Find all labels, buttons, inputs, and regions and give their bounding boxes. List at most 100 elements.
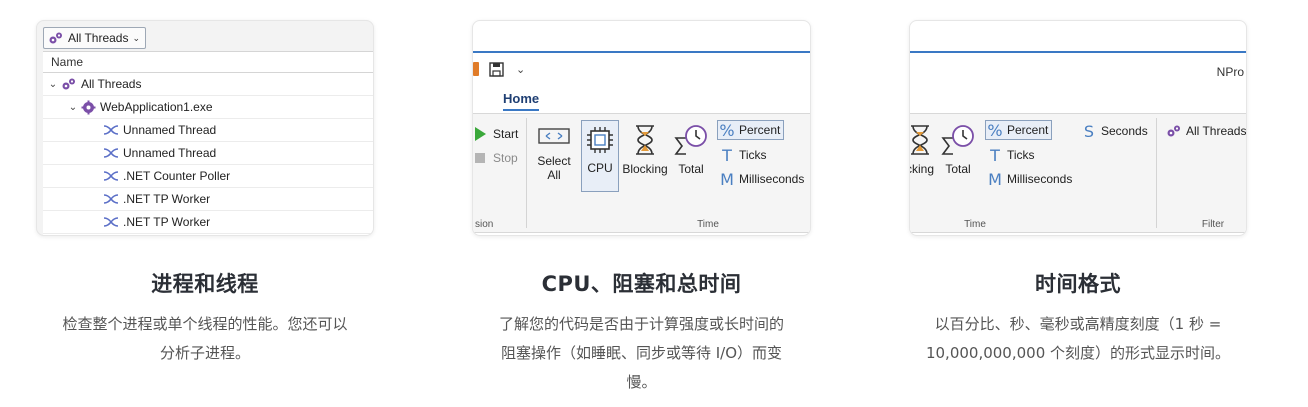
percent-toggle[interactable]: % Percent xyxy=(717,120,785,140)
feature-desc-line: 10,000,000,000 个刻度）的形式显示时间。 xyxy=(925,344,1231,362)
select-all-label-1: Select xyxy=(537,154,571,168)
select-all-button[interactable]: Select All xyxy=(535,126,573,182)
tree-row-label: Unnamed Thread xyxy=(123,145,217,160)
chevron-down-icon: ⌄ xyxy=(132,32,141,43)
tree-row-label: .NET Counter Poller xyxy=(123,168,231,183)
percent-icon: % xyxy=(987,120,1003,140)
seconds-icon: S xyxy=(1083,121,1095,141)
blocking-button[interactable]: cking xyxy=(910,124,936,176)
gear-threads-icon xyxy=(1166,124,1182,138)
thread-filter-dropdown[interactable]: All Threads ⌄ xyxy=(43,27,147,49)
gear-threads-icon xyxy=(61,77,77,91)
thread-icon xyxy=(103,170,119,182)
ticks-toggle[interactable]: T Ticks xyxy=(986,145,1035,165)
expand-chevron-icon[interactable]: ⌄ xyxy=(47,73,59,96)
all-threads-filter-button[interactable]: All Threads xyxy=(1166,121,1246,141)
feature-desc-line: 分析子进程。 xyxy=(159,344,250,362)
ticks-toggle[interactable]: T Ticks xyxy=(718,145,766,165)
milliseconds-label: Milliseconds xyxy=(1007,172,1073,186)
select-all-icon xyxy=(538,126,570,146)
milliseconds-icon: M xyxy=(988,169,1002,189)
milliseconds-label: Milliseconds xyxy=(739,172,805,186)
feature-title-time-format: 时间格式 xyxy=(1035,272,1121,296)
seconds-label: Seconds xyxy=(1101,124,1148,138)
tab-home-underline xyxy=(503,109,539,111)
gear-icon xyxy=(81,100,96,115)
thread-icon xyxy=(103,216,119,228)
tree-row-label: All Threads xyxy=(81,76,142,91)
total-label: Total xyxy=(945,162,971,176)
ribbon-body: cking Total % Percent T Ticks M Millisec… xyxy=(910,113,1246,233)
stop-label: Stop xyxy=(493,151,518,165)
blocking-label: Blocking xyxy=(622,162,668,176)
percent-icon: % xyxy=(719,120,735,140)
hourglass-icon xyxy=(910,124,932,156)
start-profiling-icon[interactable] xyxy=(473,62,479,76)
cpu-button[interactable]: CPU xyxy=(581,120,619,192)
total-label: Total xyxy=(678,162,704,176)
tree-row[interactable]: Unnamed Thread xyxy=(43,142,373,165)
percent-label: Percent xyxy=(739,123,781,137)
milliseconds-toggle[interactable]: M Milliseconds xyxy=(718,169,804,189)
milliseconds-toggle[interactable]: M Milliseconds xyxy=(986,169,1072,189)
threads-panel-card: All Threads ⌄ Name ⌄ All Threads ⌄ WebAppli… xyxy=(36,20,374,236)
all-threads-label: All Threads xyxy=(1186,124,1247,138)
ticks-icon: T xyxy=(990,145,1000,165)
percent-toggle[interactable]: % Percent xyxy=(985,120,1053,140)
threads-toolbar: All Threads ⌄ xyxy=(37,21,373,51)
blocking-button[interactable]: Blocking xyxy=(621,124,669,176)
select-all-label-2: All xyxy=(547,168,561,182)
ticks-icon: T xyxy=(722,145,732,165)
tree-row[interactable]: .NET Counter Poller xyxy=(43,165,373,188)
tree-row-label: .NET TP Worker xyxy=(123,191,211,206)
total-button[interactable]: Total xyxy=(671,124,711,176)
feature-desc-line: 了解您的代码是否由于计算强度或长时间的 xyxy=(498,315,784,333)
time-group-label: Time xyxy=(964,219,986,230)
tree-row-label: WebApplication1.exe xyxy=(100,99,213,114)
cpu-chip-icon xyxy=(585,125,615,155)
feature-title-cpu-blocking: CPU、阻塞和总时间 xyxy=(541,272,742,296)
tree-row[interactable]: Unnamed Thread xyxy=(43,119,373,142)
thread-icon xyxy=(103,147,119,159)
thread-tree: Name ⌄ All Threads ⌄ WebApplication1.exe Unn… xyxy=(43,51,373,235)
tab-home[interactable]: Home xyxy=(503,91,539,106)
start-label: Start xyxy=(493,127,519,141)
ticks-label: Ticks xyxy=(1007,148,1035,162)
thread-icon xyxy=(103,124,119,136)
expand-chevron-icon[interactable]: ⌄ xyxy=(67,96,79,119)
ribbon-card-time-format: NPro cking Total % Percent T Ticks M Mil… xyxy=(909,20,1247,236)
feature-desc-line: 以百分比、秒、毫秒或高精度刻度（1 秒 = xyxy=(934,315,1222,333)
feature-title-processes: 进程和线程 xyxy=(151,272,259,296)
blocking-label-partial: cking xyxy=(910,162,934,176)
thread-icon xyxy=(103,193,119,205)
thread-filter-label: All Threads xyxy=(68,31,129,45)
tree-row[interactable]: .NET TP Worker xyxy=(43,188,373,211)
seconds-toggle[interactable]: S Seconds xyxy=(1080,121,1148,141)
ribbon-title-bar xyxy=(910,21,1246,53)
tree-row[interactable]: ⌄ All Threads xyxy=(43,73,373,96)
tree-row-label: .NET TP Worker xyxy=(123,214,211,229)
filter-group-label: Filter xyxy=(1201,219,1225,230)
customize-qat-icon[interactable]: ⌄ xyxy=(516,63,525,76)
ribbon-body: Start Stop sion Select All CPU Blocking xyxy=(473,113,810,233)
cpu-label: CPU xyxy=(587,161,613,175)
stop-button[interactable]: Stop xyxy=(475,148,518,168)
ribbon-tabs: Home xyxy=(473,85,810,111)
ribbon-title-bar xyxy=(473,21,810,53)
column-header-name[interactable]: Name xyxy=(43,52,373,73)
start-button[interactable]: Start xyxy=(475,124,518,144)
ribbon-card-time-modes: ⌄ Home Start Stop sion Select All CPU Bl… xyxy=(472,20,811,236)
feature-desc-cpu-blocking: 了解您的代码是否由于计算强度或长时间的 阻塞操作（如睡眠、同步或等待 I/O）而… xyxy=(462,310,821,397)
tree-row[interactable]: .NET TP Worker xyxy=(43,211,373,234)
hourglass-icon xyxy=(633,124,657,156)
group-separator xyxy=(526,118,527,228)
tree-row[interactable]: ⌄ WebApplication1.exe xyxy=(43,96,373,119)
tree-row-label: Unnamed Thread xyxy=(123,122,217,137)
gear-threads-icon xyxy=(48,31,64,45)
total-button[interactable]: Total xyxy=(938,124,978,176)
milliseconds-icon: M xyxy=(720,169,734,189)
quick-access-toolbar: ⌄ xyxy=(473,53,810,85)
save-icon[interactable] xyxy=(489,61,504,77)
sum-clock-icon xyxy=(673,124,709,156)
feature-desc-line: 检查整个进程或单个线程的性能。您还可以 xyxy=(62,315,348,333)
